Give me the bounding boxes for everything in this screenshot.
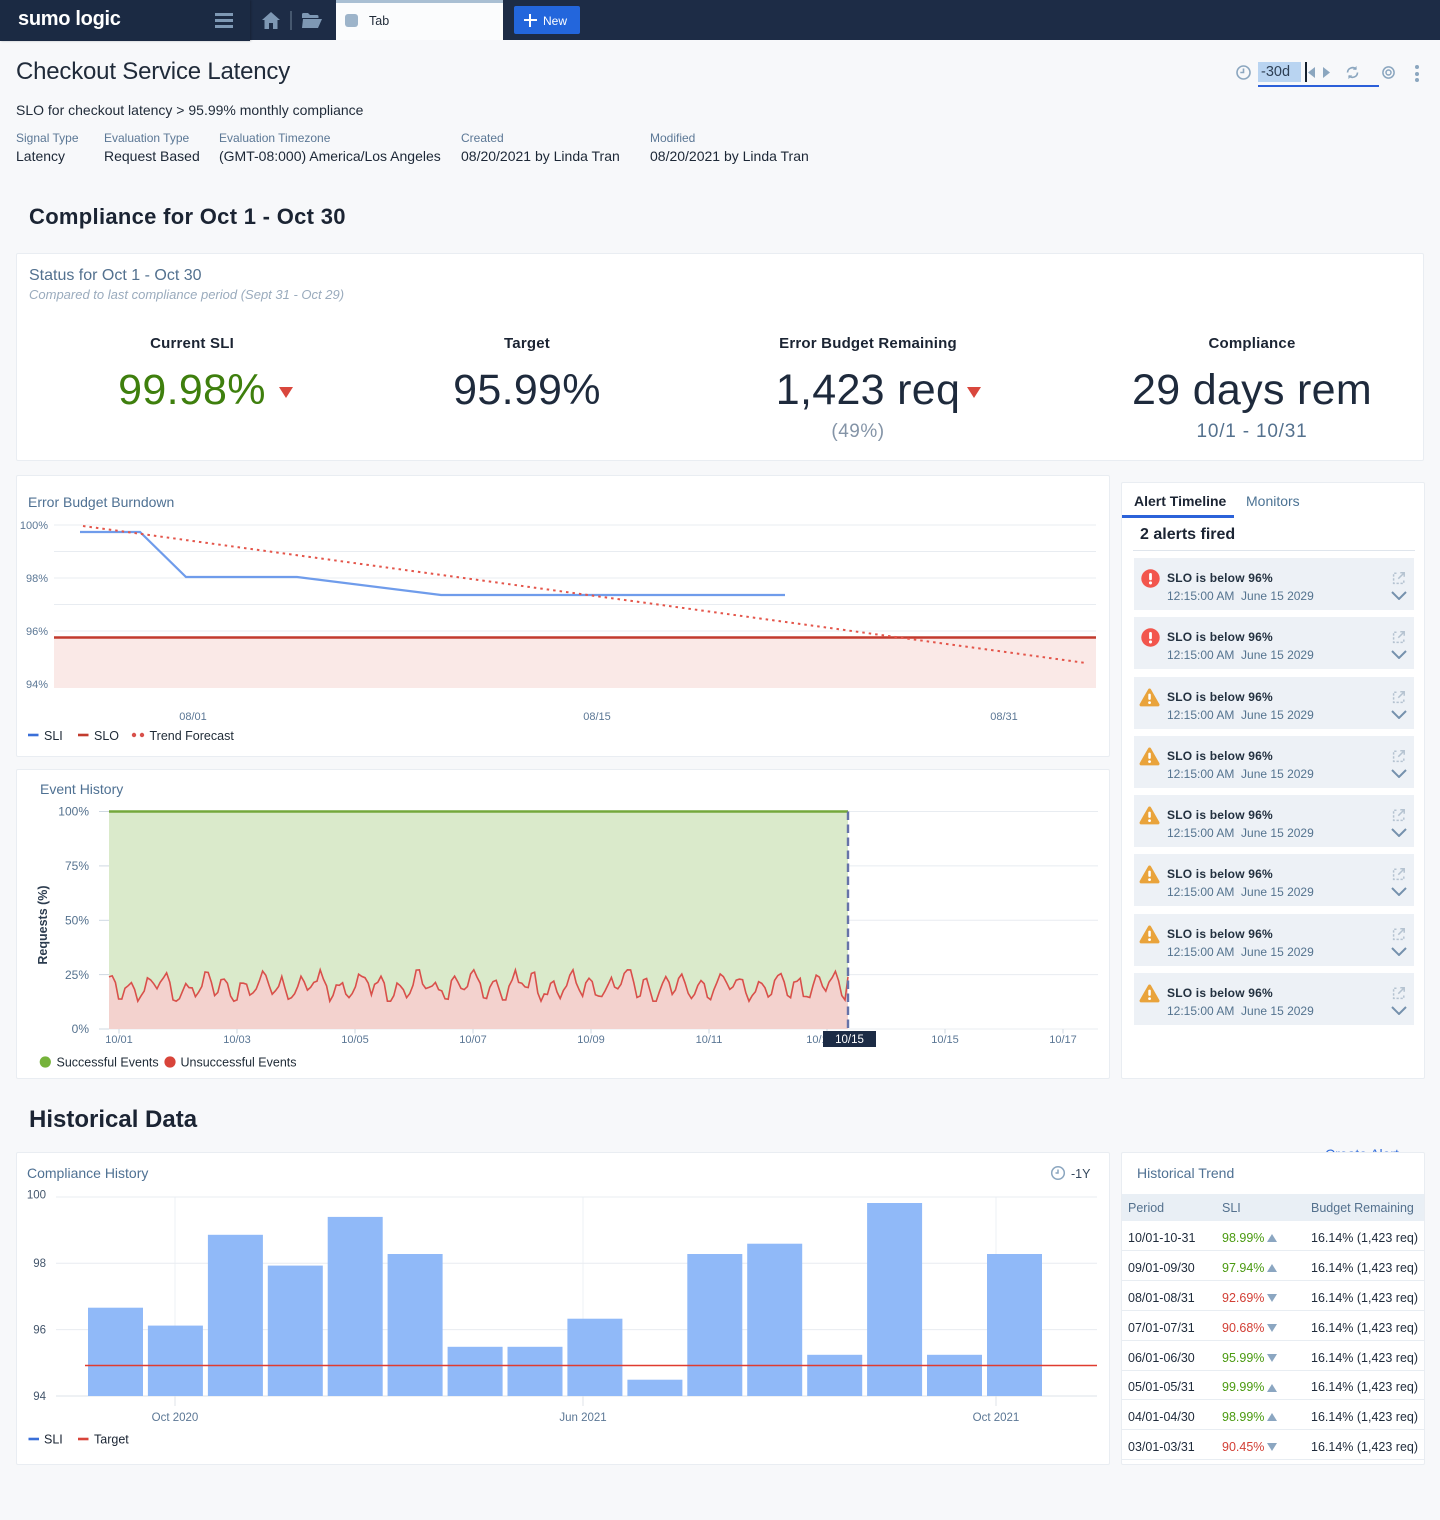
svg-text:10/17: 10/17 <box>1049 1034 1077 1046</box>
svg-text:10/01: 10/01 <box>105 1034 133 1046</box>
svg-text:10/11: 10/11 <box>696 1034 723 1046</box>
svg-text:Trend Forecast: Trend Forecast <box>150 729 235 743</box>
svg-text:Oct 2020: Oct 2020 <box>152 1412 199 1424</box>
svg-text:10/03: 10/03 <box>223 1034 251 1046</box>
svg-text:Error Budget Burndown: Error Budget Burndown <box>28 494 174 510</box>
svg-text:Compliance History: Compliance History <box>27 1165 148 1181</box>
svg-text:Requests (%): Requests (%) <box>36 885 50 964</box>
svg-text:08/15: 08/15 <box>583 711 611 723</box>
svg-text:94: 94 <box>33 1391 46 1403</box>
svg-text:SLO: SLO <box>94 729 119 743</box>
svg-text:Jun 2021: Jun 2021 <box>559 1412 606 1424</box>
svg-text:10/15: 10/15 <box>835 1034 864 1046</box>
svg-text:SLI: SLI <box>44 1433 63 1447</box>
svg-text:100: 100 <box>27 1190 46 1202</box>
svg-text:98: 98 <box>33 1258 46 1270</box>
svg-text:10/15: 10/15 <box>931 1034 959 1046</box>
svg-text:100%: 100% <box>58 805 89 819</box>
svg-text:75%: 75% <box>65 859 89 873</box>
svg-text:10/07: 10/07 <box>459 1034 487 1046</box>
svg-text:SLI: SLI <box>44 729 63 743</box>
svg-text:0%: 0% <box>72 1022 90 1036</box>
svg-text:10/09: 10/09 <box>577 1034 605 1046</box>
svg-text:25%: 25% <box>65 968 89 982</box>
svg-text:Oct 2021: Oct 2021 <box>973 1412 1020 1424</box>
svg-text:100%: 100% <box>20 520 48 532</box>
svg-text:10/05: 10/05 <box>341 1034 369 1046</box>
svg-text:Event History: Event History <box>40 781 123 797</box>
svg-text:08/31: 08/31 <box>990 711 1018 723</box>
svg-text:Unsuccessful Events: Unsuccessful Events <box>181 1056 297 1070</box>
svg-text:08/01: 08/01 <box>179 711 207 723</box>
svg-text:98%: 98% <box>26 573 48 585</box>
svg-text:Successful Events: Successful Events <box>57 1056 159 1070</box>
svg-text:94%: 94% <box>26 679 48 691</box>
svg-text:Target: Target <box>94 1433 129 1447</box>
svg-text:-1Y: -1Y <box>1071 1167 1091 1181</box>
svg-text:96%: 96% <box>26 626 48 638</box>
svg-text:96: 96 <box>33 1325 46 1337</box>
svg-text:50%: 50% <box>65 914 89 928</box>
